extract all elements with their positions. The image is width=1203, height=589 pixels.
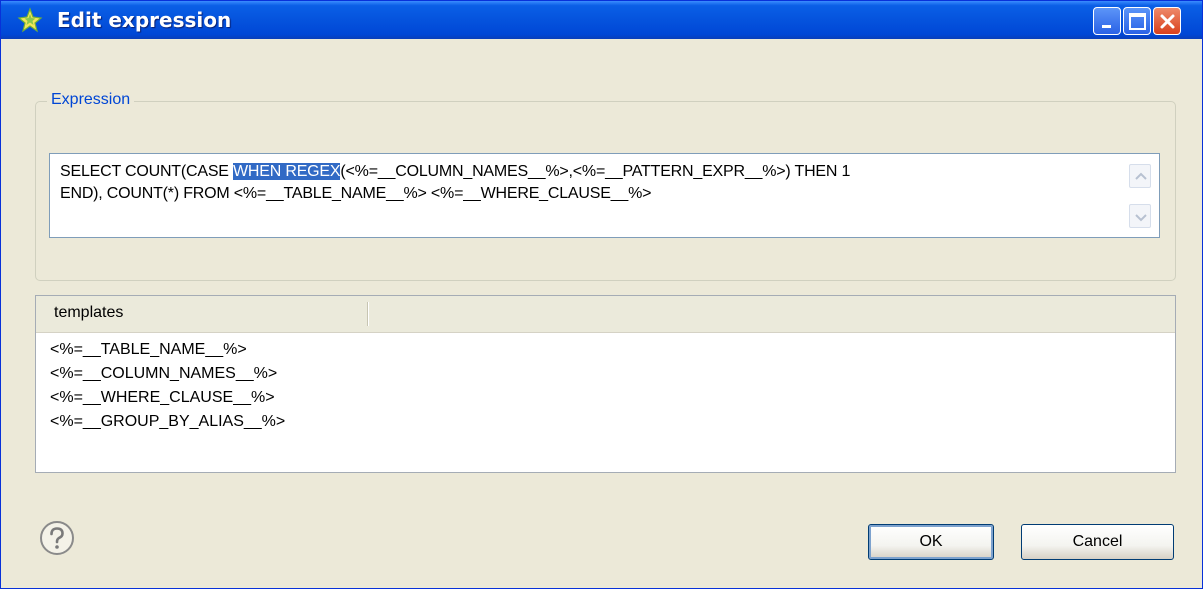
column-separator[interactable] xyxy=(367,302,369,326)
template-item[interactable]: <%=__TABLE_NAME__%> xyxy=(50,338,285,362)
star-sparkle-icon xyxy=(17,7,43,33)
expression-selection: WHEN REGEX xyxy=(233,163,341,180)
minimize-button[interactable] xyxy=(1093,7,1121,35)
dialog-title: Edit expression xyxy=(57,8,232,32)
minimize-icon xyxy=(1102,25,1111,28)
expression-text-line1-end: (<%=__COLUMN_NAMES__%>,<%=__PATTERN_EXPR… xyxy=(340,163,851,180)
expression-group-label: Expression xyxy=(47,91,135,109)
column-header-templates[interactable]: templates xyxy=(36,296,367,332)
maximize-button[interactable] xyxy=(1123,7,1151,35)
ok-button[interactable]: OK xyxy=(868,524,994,560)
templates-list: <%=__TABLE_NAME__%> <%=__COLUMN_NAMES__%… xyxy=(50,338,285,434)
scroll-up-button[interactable] xyxy=(1129,164,1151,188)
close-button[interactable] xyxy=(1153,7,1181,35)
template-item[interactable]: <%=__COLUMN_NAMES__%> xyxy=(50,362,285,386)
question-icon[interactable] xyxy=(39,520,75,556)
chevron-down-icon xyxy=(1135,214,1147,222)
table-header: templates xyxy=(36,296,1175,333)
template-item[interactable]: <%=__GROUP_BY_ALIAS__%> xyxy=(50,410,285,434)
edit-expression-dialog: Edit expression Expression SELECT COUNT(… xyxy=(0,0,1203,589)
maximize-icon xyxy=(1129,13,1146,30)
cancel-button[interactable]: Cancel xyxy=(1021,524,1174,560)
expression-text[interactable]: SELECT COUNT(CASE WHEN REGEX(<%=__COLUMN… xyxy=(60,161,1120,205)
expression-text-start: SELECT COUNT(CASE xyxy=(60,163,234,180)
close-icon xyxy=(1160,14,1175,29)
chevron-up-icon xyxy=(1135,172,1147,180)
template-item[interactable]: <%=__WHERE_CLAUSE__%> xyxy=(50,386,285,410)
scroll-down-button[interactable] xyxy=(1129,204,1151,228)
expression-text-line2: END), COUNT(*) FROM <%=__TABLE_NAME__%> … xyxy=(60,185,652,202)
title-bar[interactable]: Edit expression xyxy=(1,1,1202,39)
expression-editor[interactable]: SELECT COUNT(CASE WHEN REGEX(<%=__COLUMN… xyxy=(49,153,1160,238)
templates-table: templates <%=__TABLE_NAME__%> <%=__COLUM… xyxy=(35,295,1176,473)
column-header-label: templates xyxy=(54,304,124,321)
